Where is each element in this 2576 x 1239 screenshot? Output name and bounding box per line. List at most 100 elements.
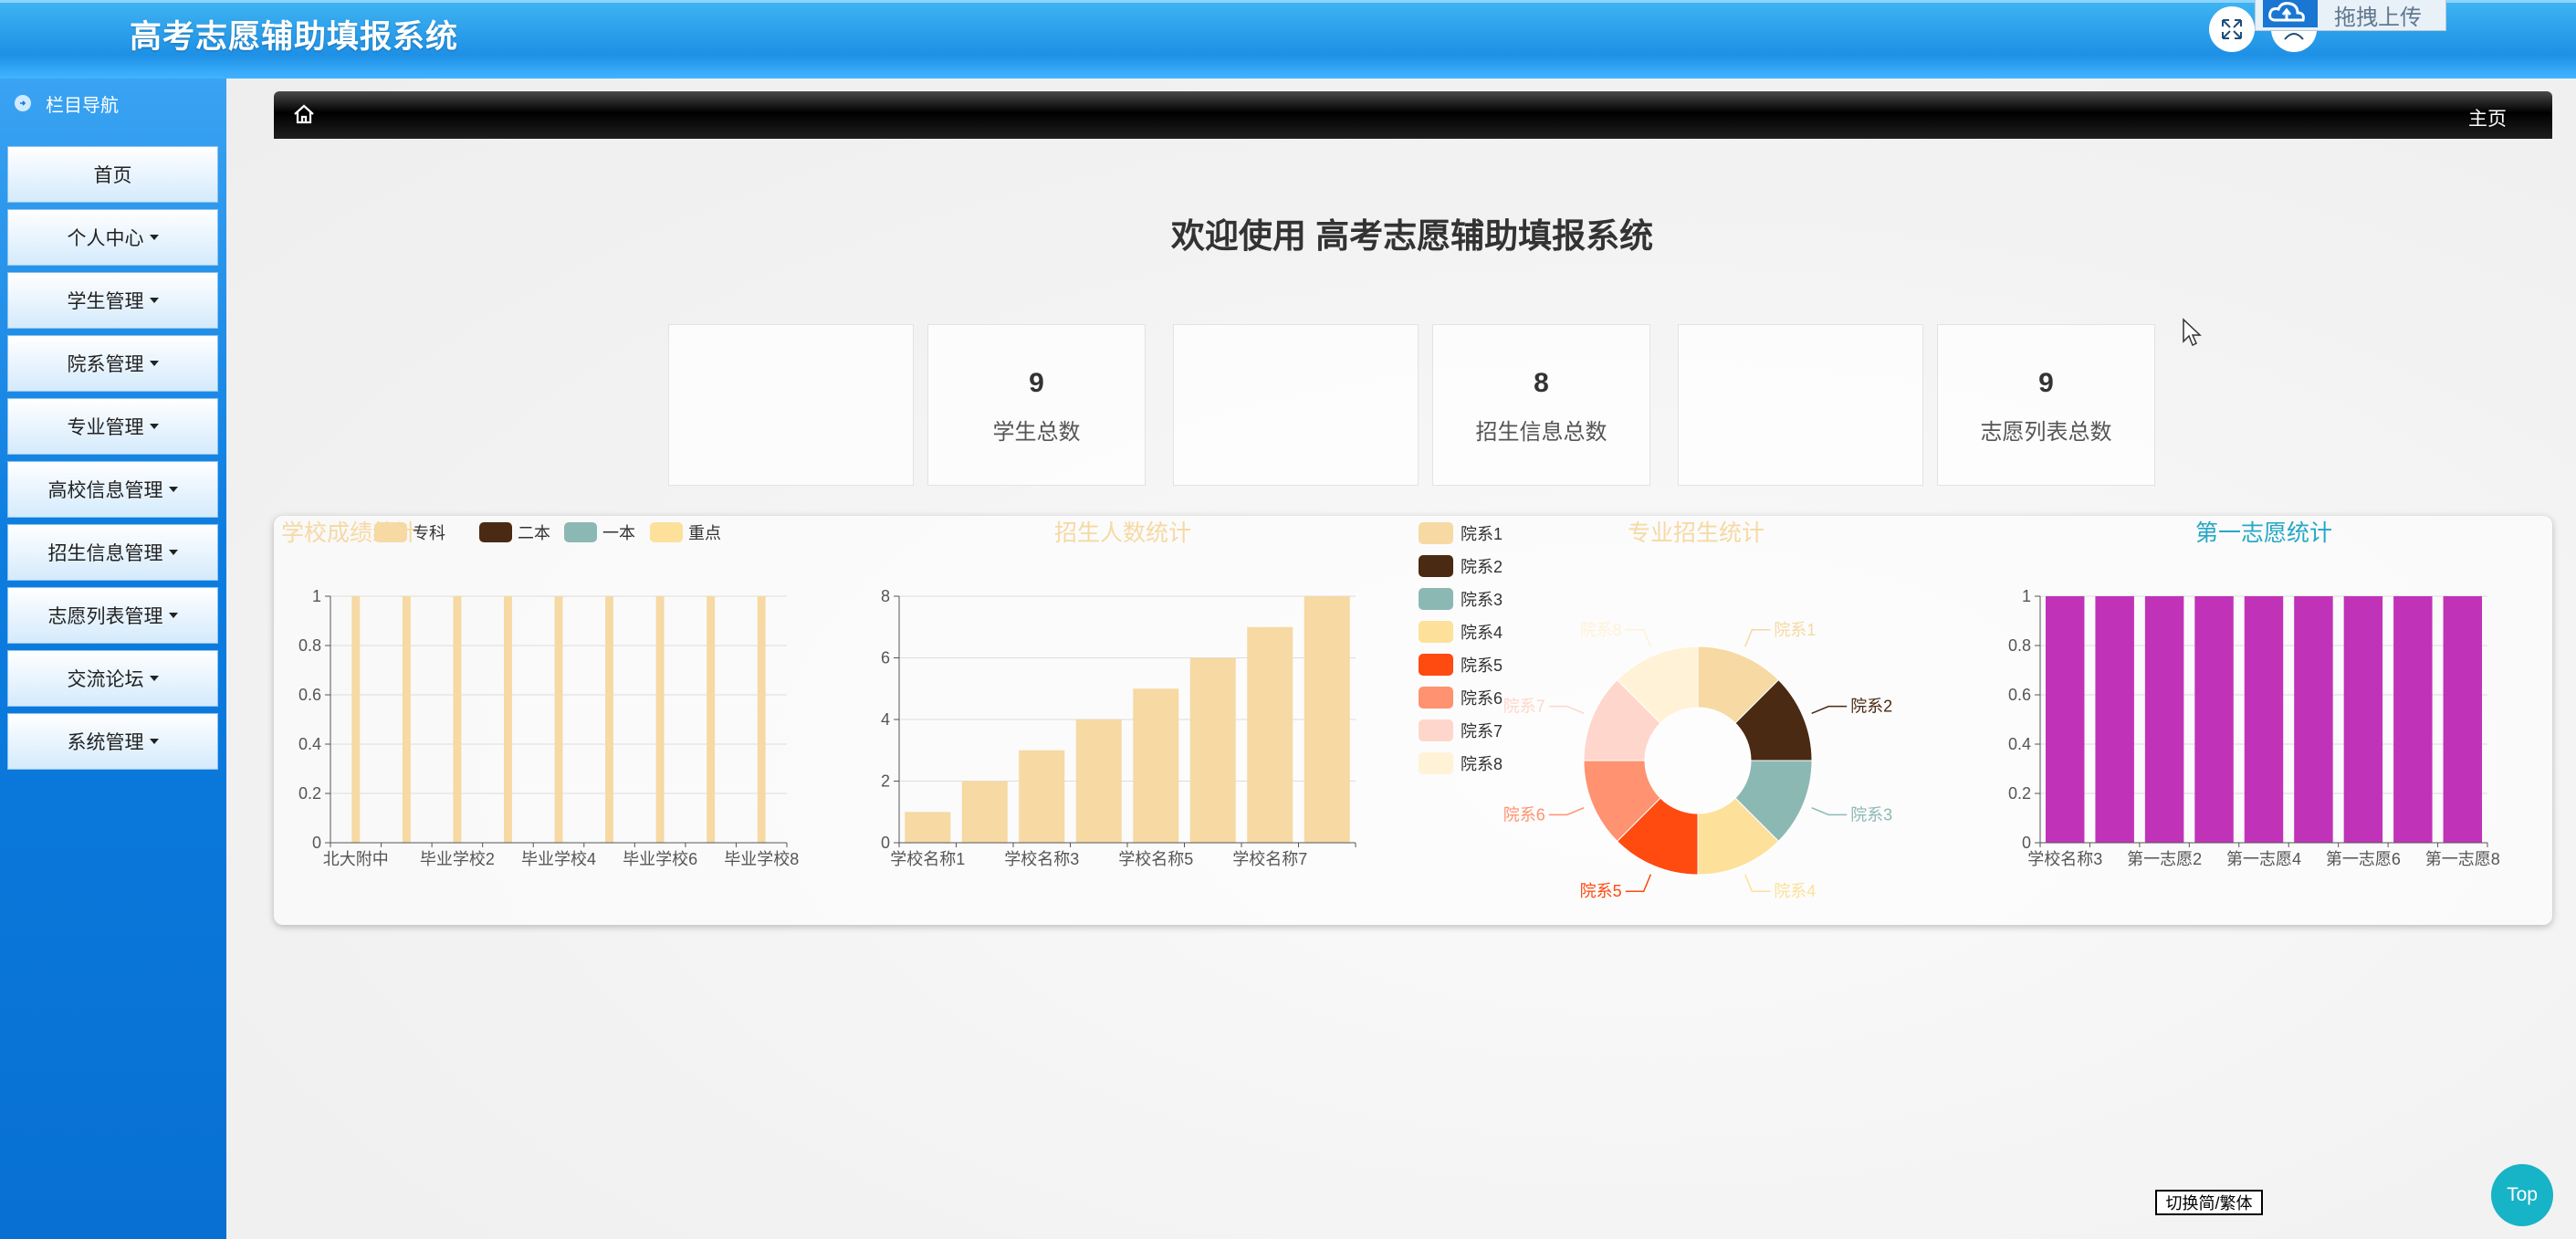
- bar[interactable]: [504, 596, 512, 843]
- sidebar-heading: 栏目导航: [46, 95, 119, 116]
- sidebar-item-label: 学生管理: [67, 291, 144, 312]
- sidebar-item-enrollment-management[interactable]: 招生信息管理: [7, 524, 218, 581]
- legend-label: 重点: [688, 524, 721, 542]
- x-tick-label: 学校名称5: [1118, 850, 1193, 868]
- upload-label: 拖拽上传: [2334, 5, 2422, 30]
- legend-label: 院系4: [1461, 624, 1503, 642]
- stat-icon-card-applications: [1678, 324, 1923, 486]
- pie-label: 院系3: [1850, 805, 1892, 824]
- caret-down-icon: [168, 613, 178, 618]
- sidebar-item-university-management[interactable]: 高校信息管理: [7, 461, 218, 518]
- legend-label: 院系7: [1461, 722, 1503, 740]
- legend-swatch[interactable]: [479, 522, 512, 542]
- bar[interactable]: [2393, 596, 2433, 843]
- welcome-heading: 欢迎使用 高考志愿辅助填报系统: [1170, 217, 1654, 255]
- legend-label: 院系2: [1461, 558, 1503, 576]
- bar[interactable]: [757, 596, 766, 843]
- home-icon[interactable]: [292, 103, 316, 131]
- bar[interactable]: [2045, 596, 2085, 843]
- bar[interactable]: [1247, 626, 1293, 843]
- sidebar-item-system-management[interactable]: 系统管理: [7, 713, 218, 770]
- sidebar-header: 栏目导航: [0, 79, 226, 128]
- legend-swatch[interactable]: [1419, 752, 1453, 774]
- pie-label: 院系7: [1503, 698, 1545, 716]
- chart-title: 第一志愿统计: [2195, 520, 2332, 546]
- bar[interactable]: [1304, 596, 1350, 843]
- bar[interactable]: [961, 781, 1008, 844]
- y-tick-label: 0.2: [2008, 784, 2031, 803]
- pie-label: 院系8: [1580, 621, 1622, 639]
- y-tick-label: 1: [312, 587, 321, 605]
- legend-swatch[interactable]: [374, 522, 407, 542]
- pie-label: 院系6: [1503, 805, 1545, 824]
- x-tick-label: 第一志愿6: [2326, 850, 2401, 868]
- sidebar-item-home[interactable]: 首页: [7, 146, 218, 203]
- bar[interactable]: [453, 596, 462, 843]
- bar[interactable]: [2343, 596, 2383, 843]
- legend-label: 专科: [413, 524, 445, 542]
- y-tick-label: 0: [881, 834, 890, 852]
- y-tick-label: 0.8: [298, 636, 321, 655]
- y-tick-label: 0.4: [298, 735, 321, 753]
- bar[interactable]: [2294, 596, 2333, 843]
- sidebar-item-application-management[interactable]: 志愿列表管理: [7, 587, 218, 644]
- bar[interactable]: [402, 596, 411, 843]
- bar[interactable]: [2144, 596, 2184, 843]
- bar[interactable]: [707, 596, 716, 843]
- fullscreen-icon: [2222, 19, 2242, 39]
- legend-swatch[interactable]: [1419, 522, 1453, 544]
- legend-label: 院系8: [1461, 755, 1503, 773]
- x-tick-label: 学校名称7: [1232, 850, 1307, 868]
- legend-swatch[interactable]: [564, 522, 597, 542]
- bar[interactable]: [905, 812, 951, 843]
- bar[interactable]: [2095, 596, 2134, 843]
- stat-label: 志愿列表总数: [1980, 420, 2112, 445]
- legend-swatch[interactable]: [1419, 621, 1453, 643]
- stat-value: 9: [2038, 368, 2054, 398]
- bar[interactable]: [2443, 596, 2483, 843]
- sidebar-item-label: 志愿列表管理: [47, 606, 163, 627]
- y-tick-label: 0.8: [2008, 636, 2031, 655]
- bar[interactable]: [1189, 657, 1236, 844]
- sidebar-item-major-management[interactable]: 专业管理: [7, 398, 218, 455]
- sidebar-item-label: 系统管理: [67, 732, 144, 753]
- language-toggle-button[interactable]: 切换简/繁体: [2155, 1190, 2263, 1215]
- stat-icon-card-students: [668, 324, 914, 486]
- bar[interactable]: [655, 596, 665, 843]
- legend-swatch[interactable]: [1419, 555, 1453, 577]
- stat-card-applications: 9 志愿列表总数: [1937, 324, 2155, 486]
- upload-dropzone[interactable]: 拖拽上传: [2255, 0, 2446, 31]
- bar[interactable]: [351, 596, 361, 843]
- pie-label-line: [1744, 874, 1771, 892]
- bar[interactable]: [1019, 750, 1065, 843]
- sidebar-item-department-management[interactable]: 院系管理: [7, 335, 218, 392]
- x-tick-label: 第一志愿8: [2425, 850, 2500, 868]
- y-tick-label: 0.6: [2008, 686, 2031, 704]
- sidebar-item-student-management[interactable]: 学生管理: [7, 272, 218, 329]
- bar[interactable]: [2194, 596, 2234, 843]
- legend-swatch[interactable]: [1419, 719, 1453, 741]
- y-tick-label: 8: [881, 587, 890, 605]
- pie-label-line: [1625, 629, 1652, 647]
- sidebar-item-forum[interactable]: 交流论坛: [7, 650, 218, 707]
- nav-icon: [15, 95, 31, 111]
- y-tick-label: 0.4: [2008, 735, 2031, 753]
- y-tick-label: 0.6: [298, 686, 321, 704]
- legend-swatch[interactable]: [1419, 654, 1453, 676]
- bar[interactable]: [605, 596, 613, 843]
- pie-label-line: [1625, 874, 1652, 892]
- bar[interactable]: [2244, 596, 2284, 843]
- bar[interactable]: [1133, 688, 1179, 843]
- legend-swatch[interactable]: [1419, 588, 1453, 610]
- cloud-upload-icon: [2263, 0, 2318, 27]
- stat-value: 9: [1029, 368, 1044, 398]
- bar[interactable]: [1075, 719, 1122, 843]
- back-to-top-button[interactable]: Top: [2491, 1164, 2553, 1226]
- bar[interactable]: [554, 596, 563, 843]
- pie-label: 院系1: [1774, 621, 1816, 639]
- legend-swatch[interactable]: [650, 522, 683, 542]
- fullscreen-button[interactable]: [2209, 6, 2255, 52]
- stat-label: 学生总数: [992, 420, 1081, 445]
- breadcrumb-current: 主页: [2468, 109, 2507, 130]
- legend-swatch[interactable]: [1419, 687, 1453, 709]
